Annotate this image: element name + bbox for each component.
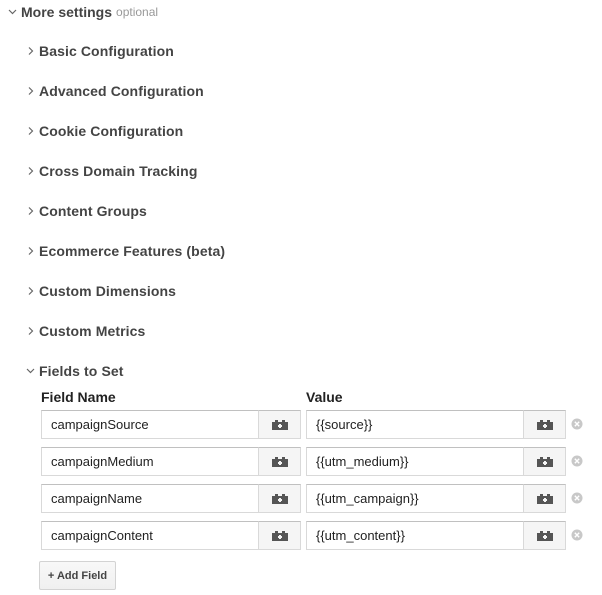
- chevron-right-icon: [26, 325, 35, 337]
- remove-circle-icon[interactable]: [571, 529, 583, 541]
- value-header: Value: [306, 389, 343, 405]
- value-variable-button[interactable]: [523, 484, 566, 513]
- variable-picker-icon: [271, 419, 288, 430]
- chevron-right-icon: [26, 125, 35, 137]
- chevron-right-icon: [26, 205, 35, 217]
- section-label: Content Groups: [39, 203, 147, 219]
- value-input[interactable]: [306, 447, 524, 476]
- section-custom-dimensions[interactable]: Custom Dimensions: [26, 283, 176, 299]
- chevron-down-icon: [8, 6, 17, 18]
- chevron-right-icon: [26, 85, 35, 97]
- field-name-input[interactable]: [41, 484, 259, 513]
- chevron-right-icon: [26, 45, 35, 57]
- section-fields-to-set[interactable]: Fields to Set: [26, 363, 124, 379]
- value-variable-button[interactable]: [523, 410, 566, 439]
- field-name-input[interactable]: [41, 447, 259, 476]
- field-name-variable-button[interactable]: [258, 447, 301, 476]
- section-custom-metrics[interactable]: Custom Metrics: [26, 323, 145, 339]
- chevron-right-icon: [26, 285, 35, 297]
- field-name-variable-button[interactable]: [258, 521, 301, 550]
- remove-circle-icon[interactable]: [571, 455, 583, 467]
- field-name-header: Field Name: [41, 389, 116, 405]
- section-label: Custom Dimensions: [39, 283, 177, 299]
- add-field-button[interactable]: + Add Field: [39, 561, 116, 590]
- section-ecommerce-features[interactable]: Ecommerce Features (beta): [26, 243, 225, 259]
- field-name-variable-button[interactable]: [258, 410, 301, 439]
- section-label: Ecommerce Features (beta): [39, 243, 226, 259]
- section-label: Advanced Configuration: [39, 83, 204, 99]
- value-input[interactable]: [306, 521, 524, 550]
- field-name-variable-button[interactable]: [258, 484, 301, 513]
- value-input[interactable]: [306, 484, 524, 513]
- section-cookie-configuration[interactable]: Cookie Configuration: [26, 123, 183, 139]
- section-label: Basic Configuration: [39, 43, 174, 59]
- more-settings-toggle[interactable]: More settings optional: [8, 4, 158, 20]
- section-label: Custom Metrics: [39, 323, 146, 339]
- chevron-right-icon: [26, 245, 35, 257]
- variable-picker-icon: [271, 493, 288, 504]
- value-input[interactable]: [306, 410, 524, 439]
- value-variable-button[interactable]: [523, 447, 566, 476]
- section-basic-configuration[interactable]: Basic Configuration: [26, 43, 174, 59]
- section-content-groups[interactable]: Content Groups: [26, 203, 147, 219]
- chevron-down-icon: [26, 365, 35, 377]
- optional-label: optional: [116, 5, 159, 19]
- section-label: Fields to Set: [39, 363, 124, 379]
- variable-picker-icon: [536, 456, 553, 467]
- section-label: Cookie Configuration: [39, 123, 184, 139]
- variable-picker-icon: [536, 530, 553, 541]
- variable-picker-icon: [536, 493, 553, 504]
- remove-circle-icon[interactable]: [571, 492, 583, 504]
- field-name-input[interactable]: [41, 410, 259, 439]
- chevron-right-icon: [26, 165, 35, 177]
- section-label: Cross Domain Tracking: [39, 163, 198, 179]
- section-advanced-configuration[interactable]: Advanced Configuration: [26, 83, 204, 99]
- variable-picker-icon: [536, 419, 553, 430]
- value-variable-button[interactable]: [523, 521, 566, 550]
- remove-circle-icon[interactable]: [571, 418, 583, 430]
- field-name-input[interactable]: [41, 521, 259, 550]
- variable-picker-icon: [271, 530, 288, 541]
- variable-picker-icon: [271, 456, 288, 467]
- more-settings-title: More settings: [21, 4, 113, 20]
- section-cross-domain-tracking[interactable]: Cross Domain Tracking: [26, 163, 197, 179]
